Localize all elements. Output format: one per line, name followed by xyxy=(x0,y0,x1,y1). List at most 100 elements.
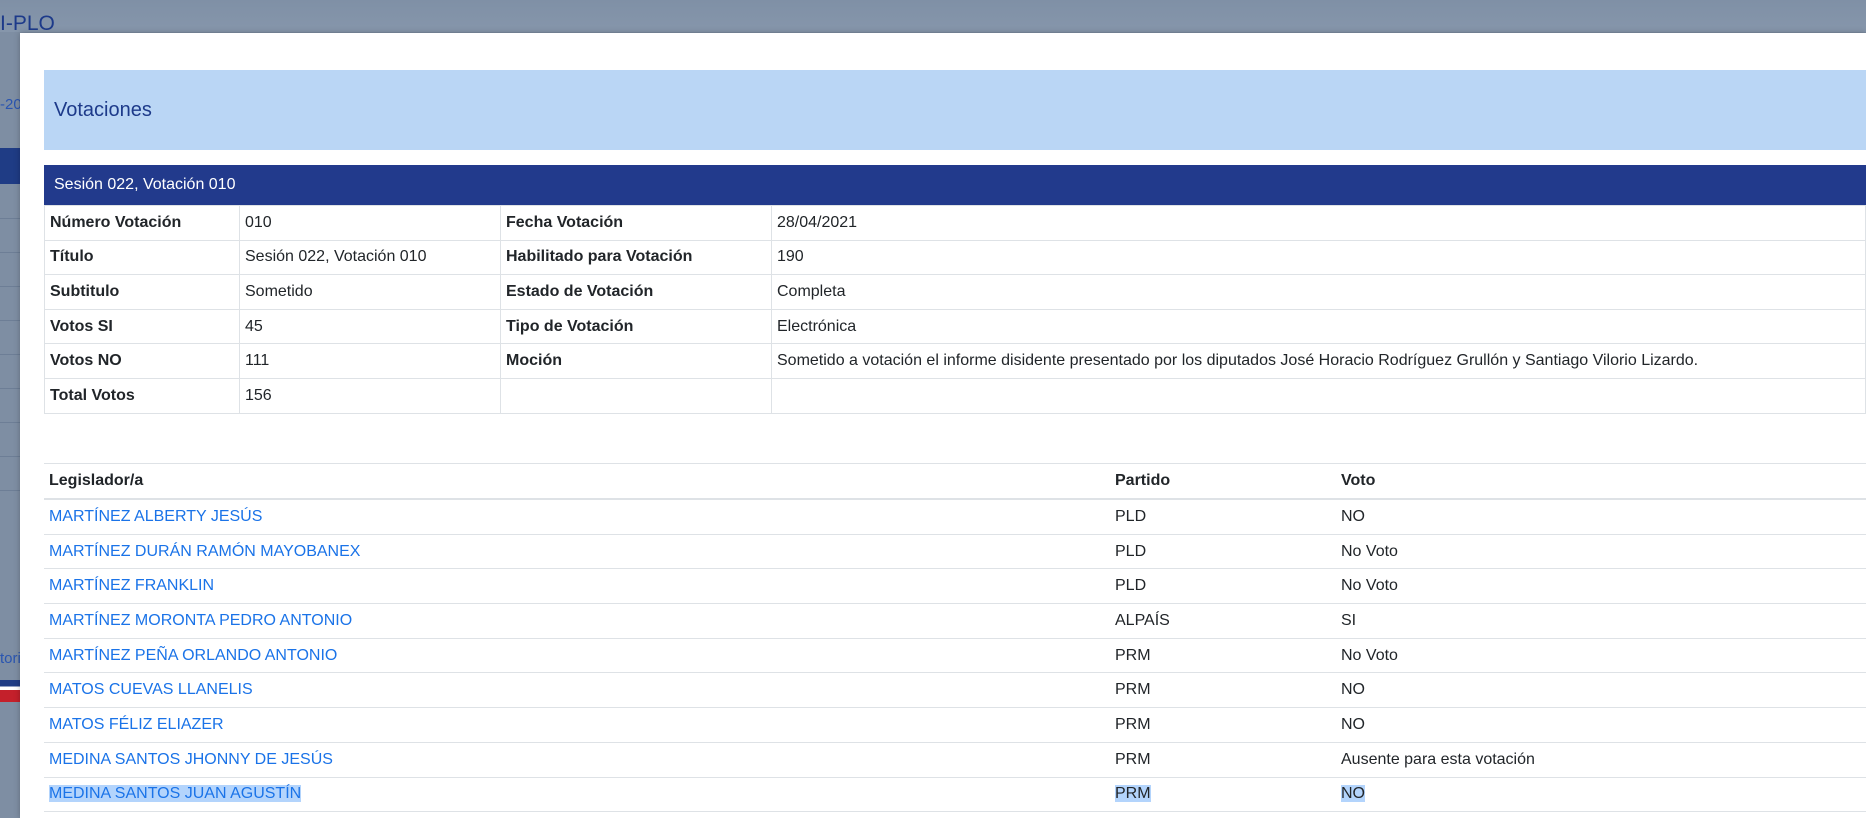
session-panel-header: Sesión 022, Votación 010 xyxy=(44,165,1866,205)
party-cell: PRM xyxy=(1110,707,1336,743)
info-value xyxy=(771,377,1866,414)
party-value: PRM xyxy=(1115,785,1151,803)
info-value: 190 xyxy=(771,239,1866,276)
party-value: PRM xyxy=(1115,715,1151,733)
party-value: PRM xyxy=(1115,646,1151,664)
legislator-link[interactable]: MARTÍNEZ DURÁN RAMÓN MAYOBANEX xyxy=(49,543,360,560)
party-value: PLD xyxy=(1115,542,1147,560)
info-value: Completa xyxy=(771,274,1866,310)
vote-cell: NO xyxy=(1336,672,1866,709)
legislator-cell: MARTÍNEZ DURÁN RAMÓN MAYOBANEX xyxy=(44,534,1110,570)
info-row: Número Votación 010 Fecha Votación 28/04/20… xyxy=(44,205,1866,241)
vote-cell: NO xyxy=(1336,707,1866,743)
party-cell: PRM xyxy=(1110,638,1336,674)
info-label: Total Votos xyxy=(44,377,240,414)
header-partido[interactable]: Partido xyxy=(1110,463,1336,500)
party-cell: PLD xyxy=(1110,499,1336,535)
table-row: MATOS FÉLIZ ELIAZER PRM NO xyxy=(44,707,1866,743)
vote-cell: NO xyxy=(1336,499,1866,535)
legislator-link[interactable]: MEDINA SANTOS JHONNY DE JESÚS xyxy=(49,751,333,768)
party-cell: PLD xyxy=(1110,811,1336,818)
vote-value: No Voto xyxy=(1341,542,1398,560)
vote-cell: SI xyxy=(1336,603,1866,639)
background-flag xyxy=(0,680,20,702)
header-voto[interactable]: Voto xyxy=(1336,463,1866,500)
legislator-cell: MARTÍNEZ MORONTA PEDRO ANTONIO xyxy=(44,603,1110,639)
party-cell: PRM xyxy=(1110,777,1336,813)
legislator-link[interactable]: MARTÍNEZ PEÑA ORLANDO ANTONIO xyxy=(49,647,337,664)
info-row: Votos NO 111 Moción Sometido a votación el … xyxy=(44,343,1866,379)
legislator-link[interactable]: MARTÍNEZ ALBERTY JESÚS xyxy=(49,508,262,525)
legislator-votes-table: Legislador/a Partido Voto MARTÍNEZ ALBER… xyxy=(44,463,1866,818)
vote-value: No Voto xyxy=(1341,646,1398,664)
table-row: MEDINA SANTOS JUAN AGUSTÍN PRM NO xyxy=(44,777,1866,813)
party-value: PLD xyxy=(1115,507,1147,525)
modal-title: Votaciones xyxy=(54,98,152,121)
info-value: 45 xyxy=(239,308,501,345)
info-row: Subtitulo Sometido Estado de Votación Compl… xyxy=(44,274,1866,310)
party-cell: PRM xyxy=(1110,672,1336,709)
table-row: MARTÍNEZ PEÑA ORLANDO ANTONIO PRM No Voto xyxy=(44,638,1866,674)
info-row: Votos SI 45 Tipo de Votación Electrónica xyxy=(44,308,1866,345)
legislator-cell: MATOS CUEVAS LLANELIS xyxy=(44,672,1110,709)
vote-cell: Ausente para esta votación xyxy=(1336,742,1866,778)
legislator-link[interactable]: MATOS CUEVAS LLANELIS xyxy=(49,681,253,698)
party-value: PRM xyxy=(1115,681,1151,699)
session-title: Sesión 022, Votación 010 xyxy=(54,176,236,193)
table-row: MARTÍNEZ FRANKLIN PLD No Voto xyxy=(44,568,1866,605)
info-value: Electrónica xyxy=(771,308,1866,345)
vote-value: NO xyxy=(1341,785,1365,803)
info-label: Número Votación xyxy=(44,205,240,241)
info-value: 010 xyxy=(239,205,501,241)
vote-value: No Voto xyxy=(1341,577,1398,595)
party-cell: PLD xyxy=(1110,568,1336,605)
info-label: Habilitado para Votación xyxy=(500,239,772,276)
legislator-cell: MARTÍNEZ FRANKLIN xyxy=(44,568,1110,605)
legislator-link[interactable]: MARTÍNEZ MORONTA PEDRO ANTONIO xyxy=(49,612,352,629)
background-topbar xyxy=(0,0,1866,32)
table-row: MEJÍA ABREU CARLOS MÁXIMOPLDNO xyxy=(44,811,1866,818)
party-cell: ALPAÍS xyxy=(1110,603,1336,639)
info-label: Votos SI xyxy=(44,308,240,345)
info-row: Total Votos 156 xyxy=(44,377,1866,414)
table-row: MARTÍNEZ DURÁN RAMÓN MAYOBANEX PLD No Voto xyxy=(44,534,1866,570)
vote-cell: No Voto xyxy=(1336,638,1866,674)
party-cell: PLD xyxy=(1110,534,1336,570)
legislator-cell: MEDINA SANTOS JUAN AGUSTÍN xyxy=(44,777,1110,813)
background-breadcrumb: -20 xyxy=(0,96,22,113)
info-label: Fecha Votación xyxy=(500,205,772,241)
legislator-cell: MARTÍNEZ PEÑA ORLANDO ANTONIO xyxy=(44,638,1110,674)
table-row: MARTÍNEZ MORONTA PEDRO ANTONIO ALPAÍS SI xyxy=(44,603,1866,639)
background-link: tori xyxy=(0,650,21,667)
legislator-link[interactable]: MEDINA SANTOS JUAN AGUSTÍN xyxy=(49,785,302,803)
info-label: Subtitulo xyxy=(44,274,240,310)
legislator-cell: MEJÍA ABREU CARLOS MÁXIMO xyxy=(44,811,1110,818)
info-label: Tipo de Votación xyxy=(500,308,772,345)
legislator-link[interactable]: MARTÍNEZ FRANKLIN xyxy=(49,577,214,594)
info-value: Sesión 022, Votación 010 xyxy=(239,239,501,276)
legislator-cell: MEDINA SANTOS JHONNY DE JESÚS xyxy=(44,742,1110,778)
party-value: ALPAÍS xyxy=(1115,611,1170,629)
info-label xyxy=(500,377,772,414)
vote-value: NO xyxy=(1341,715,1365,733)
party-value: PLD xyxy=(1115,577,1147,595)
vote-value: NO xyxy=(1341,507,1365,525)
info-label: Título xyxy=(44,239,240,276)
background-navbar xyxy=(0,148,20,184)
votes-header-row: Legislador/a Partido Voto xyxy=(44,463,1866,500)
legislator-cell: MARTÍNEZ ALBERTY JESÚS xyxy=(44,499,1110,535)
vote-cell: No Voto xyxy=(1336,534,1866,570)
info-label: Estado de Votación xyxy=(500,274,772,310)
table-row: MEDINA SANTOS JHONNY DE JESÚS PRM Ausente … xyxy=(44,742,1866,778)
table-row: MATOS CUEVAS LLANELIS PRM NO xyxy=(44,672,1866,709)
info-value: 28/04/2021 xyxy=(771,205,1866,241)
vote-value: NO xyxy=(1341,681,1365,699)
table-row: MARTÍNEZ ALBERTY JESÚS PLD NO xyxy=(44,499,1866,535)
party-value: PRM xyxy=(1115,750,1151,768)
vote-info-table: Número Votación 010 Fecha Votación 28/04/20… xyxy=(44,205,1866,414)
info-value: 111 xyxy=(239,343,501,379)
modal-header: Votaciones xyxy=(44,70,1866,150)
header-legislador[interactable]: Legislador/a xyxy=(44,463,1110,500)
legislator-link[interactable]: MATOS FÉLIZ ELIAZER xyxy=(49,716,224,733)
party-cell: PRM xyxy=(1110,742,1336,778)
